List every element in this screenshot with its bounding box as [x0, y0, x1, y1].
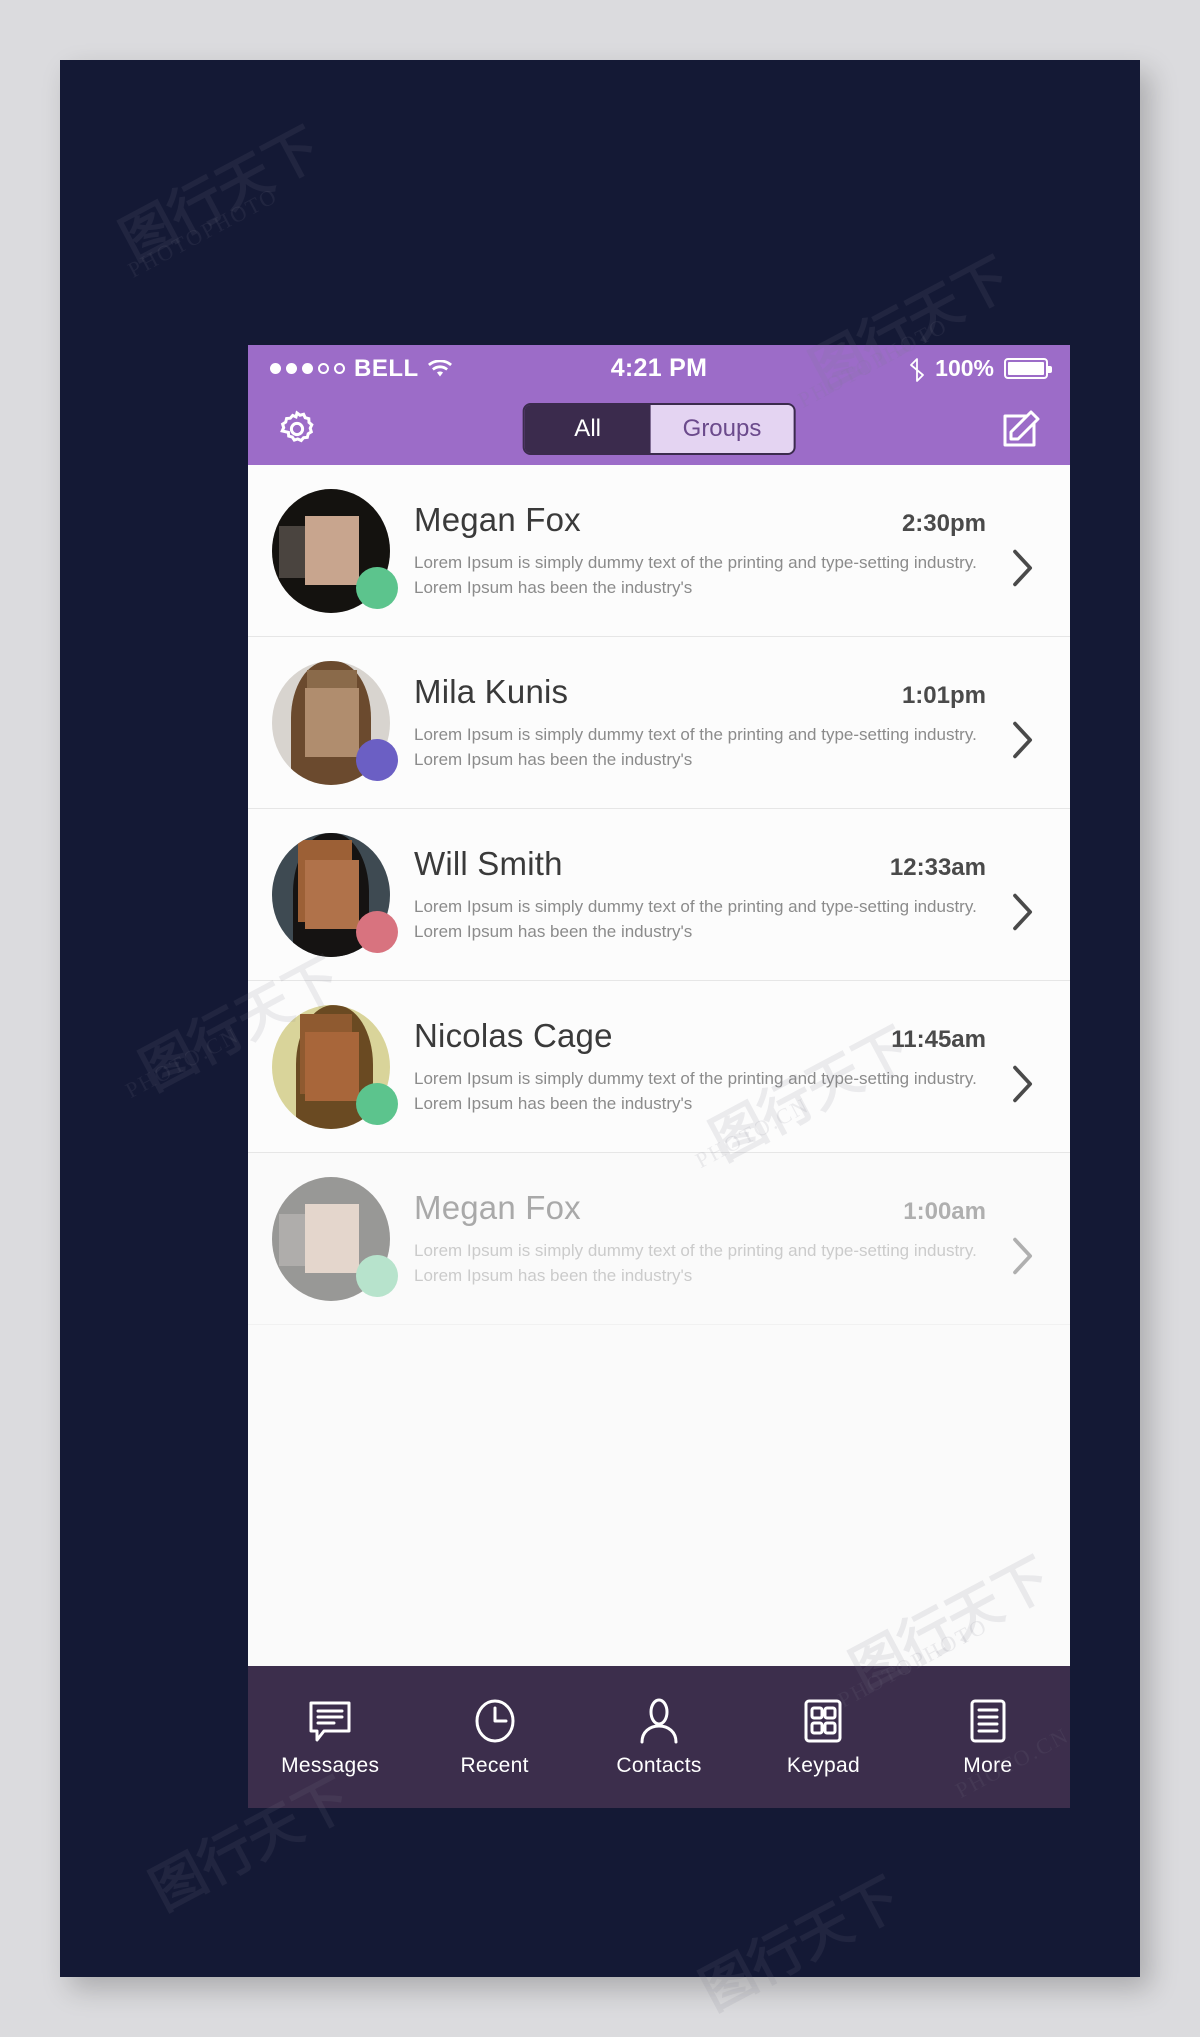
message-time: 12:33am	[889, 854, 986, 882]
conversation-row[interactable]: Megan Fox 2:30pm Lorem Ipsum is simply d…	[248, 465, 1070, 637]
tab-recent[interactable]: Recent	[412, 1697, 576, 1778]
clock-icon	[471, 1697, 519, 1745]
avatar-face	[305, 687, 360, 758]
segment-groups[interactable]: Groups	[650, 404, 794, 453]
message-preview: Lorem Ipsum is simply dummy text of the …	[414, 897, 977, 941]
message-time: 1:01pm	[901, 682, 986, 710]
tab-label: More	[963, 1753, 1013, 1777]
presentation-board: BELL 4:21 PM 100% All Groups Megan Fox 2…	[60, 60, 1140, 1977]
conversation-header: Mila Kunis 1:01pm	[414, 673, 986, 711]
conversation-row[interactable]: Mila Kunis 1:01pm Lorem Ipsum is simply …	[248, 637, 1070, 809]
chevron-right-icon[interactable]	[1000, 891, 1044, 933]
battery-percent-label: 100%	[935, 355, 994, 381]
conversation-list[interactable]: Megan Fox 2:30pm Lorem Ipsum is simply d…	[248, 465, 1070, 1666]
filter-segmented-control[interactable]: All Groups	[522, 402, 796, 455]
contact-name: Megan Fox	[414, 1189, 581, 1227]
tab-more[interactable]: More	[906, 1697, 1070, 1778]
compose-pencil-icon[interactable]	[998, 406, 1044, 452]
bluetooth-icon	[909, 357, 925, 382]
phone-screen: BELL 4:21 PM 100% All Groups Megan Fox 2…	[248, 345, 1070, 1808]
list-more-icon	[964, 1697, 1012, 1745]
message-time: 11:45am	[891, 1026, 986, 1054]
tab-contacts[interactable]: Contacts	[577, 1697, 741, 1778]
avatar-face	[305, 515, 360, 586]
conversation-header: Megan Fox 1:00am	[414, 1189, 986, 1227]
conversation-body: Nicolas Cage 11:45am Lorem Ipsum is simp…	[414, 1017, 996, 1115]
contact-name: Megan Fox	[414, 501, 581, 539]
tab-label: Contacts	[616, 1753, 702, 1777]
avatar	[272, 1004, 398, 1129]
conversation-row[interactable]: Will Smith 12:33am Lorem Ipsum is simply…	[248, 809, 1070, 981]
tab-label: Recent	[460, 1753, 529, 1777]
message-time: 1:00am	[903, 1198, 986, 1226]
gear-icon[interactable]	[274, 406, 320, 452]
conversation-header: Megan Fox 2:30pm	[414, 501, 986, 539]
message-preview: Lorem Ipsum is simply dummy text of the …	[414, 1069, 977, 1113]
person-icon	[635, 1697, 683, 1745]
contact-name: Nicolas Cage	[414, 1017, 613, 1055]
tab-bar: Messages Recent Contacts Keypad More	[248, 1666, 1070, 1808]
presence-dot	[356, 910, 398, 953]
avatar	[272, 832, 398, 957]
conversation-body: Will Smith 12:33am Lorem Ipsum is simply…	[414, 845, 996, 943]
conversation-body: Megan Fox 1:00am Lorem Ipsum is simply d…	[414, 1189, 996, 1287]
conversation-body: Mila Kunis 1:01pm Lorem Ipsum is simply …	[414, 673, 996, 771]
message-preview: Lorem Ipsum is simply dummy text of the …	[414, 1241, 977, 1285]
message-time: 2:30pm	[901, 510, 986, 538]
presence-dot	[356, 1082, 398, 1125]
messages-bubble-icon	[306, 1697, 354, 1745]
conversation-header: Nicolas Cage 11:45am	[414, 1017, 986, 1055]
grid-keypad-icon	[799, 1697, 847, 1745]
tab-label: Keypad	[786, 1753, 860, 1777]
battery-fill	[1008, 362, 1044, 375]
avatar-face	[305, 1031, 360, 1102]
avatar	[272, 660, 398, 785]
avatar	[272, 488, 398, 613]
navigation-bar: All Groups	[248, 392, 1070, 465]
conversation-body: Megan Fox 2:30pm Lorem Ipsum is simply d…	[414, 501, 996, 599]
conversation-row[interactable]: Megan Fox 1:00am Lorem Ipsum is simply d…	[248, 1153, 1070, 1325]
tab-keypad[interactable]: Keypad	[741, 1697, 905, 1778]
message-preview: Lorem Ipsum is simply dummy text of the …	[414, 553, 977, 597]
tab-label: Messages	[281, 1753, 380, 1777]
chevron-right-icon[interactable]	[1000, 1235, 1044, 1277]
contact-name: Mila Kunis	[414, 673, 569, 711]
presence-dot	[356, 1254, 398, 1297]
conversation-header: Will Smith 12:33am	[414, 845, 986, 883]
avatar	[272, 1176, 398, 1301]
avatar-face	[305, 1203, 360, 1274]
conversation-row[interactable]: Nicolas Cage 11:45am Lorem Ipsum is simp…	[248, 981, 1070, 1153]
status-bar: BELL 4:21 PM 100%	[248, 345, 1070, 392]
tab-messages[interactable]: Messages	[248, 1697, 412, 1778]
presence-dot	[356, 566, 398, 609]
battery-full-icon	[1004, 358, 1052, 379]
status-bar-right: 100%	[909, 355, 1052, 382]
chevron-right-icon[interactable]	[1000, 547, 1044, 589]
chevron-right-icon[interactable]	[1000, 719, 1044, 761]
segment-all[interactable]: All	[524, 404, 651, 453]
avatar-face	[305, 859, 360, 930]
chevron-right-icon[interactable]	[1000, 1063, 1044, 1105]
presence-dot	[356, 738, 398, 781]
message-preview: Lorem Ipsum is simply dummy text of the …	[414, 725, 977, 769]
contact-name: Will Smith	[414, 845, 563, 883]
